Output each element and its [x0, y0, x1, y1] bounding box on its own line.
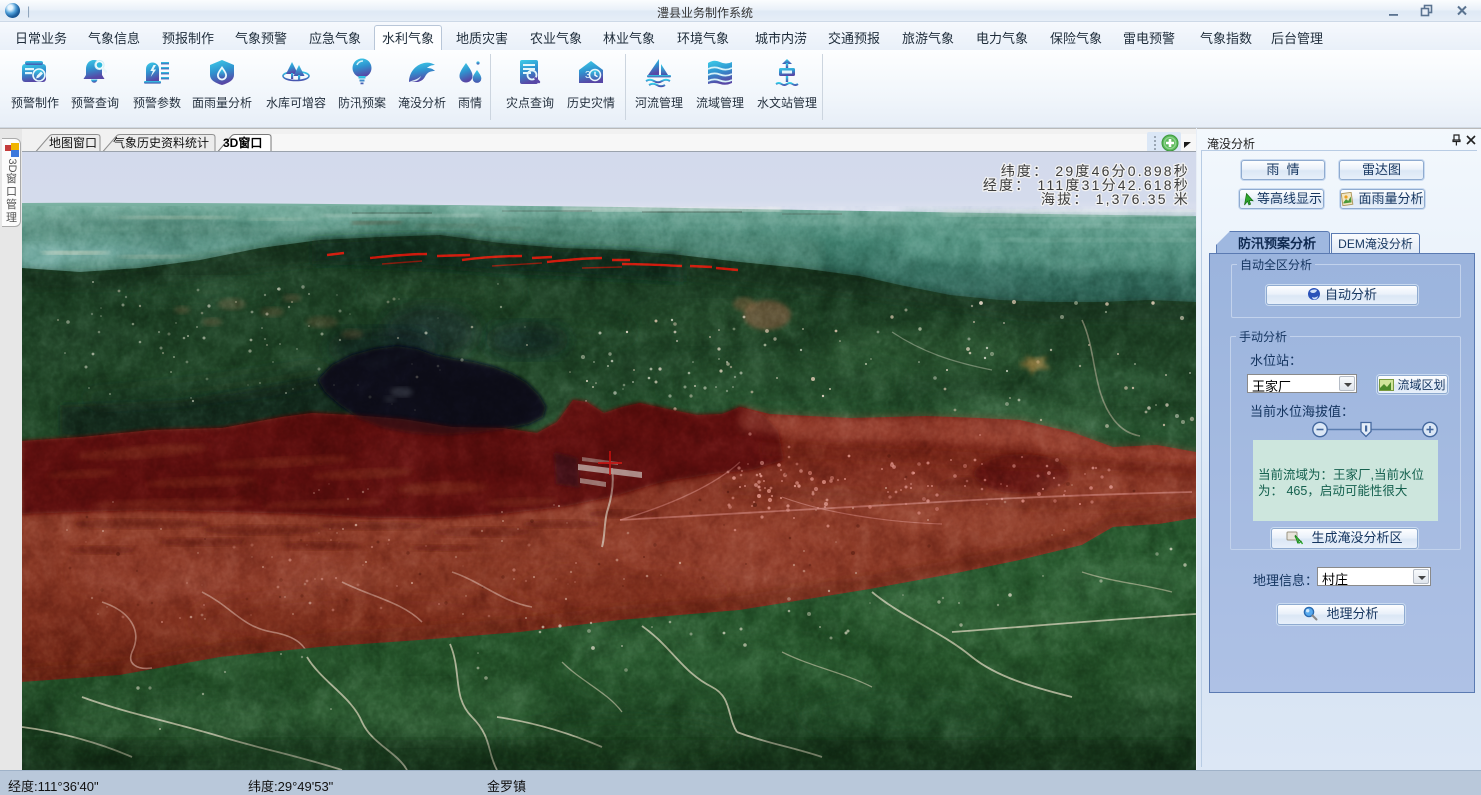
svg-text:3D窗口: 3D窗口 — [223, 135, 262, 150]
svg-text:气象历史资料统计: 气象历史资料统计 — [113, 135, 209, 150]
svg-text:地图窗口: 地图窗口 — [49, 136, 97, 150]
svg-text:海拔： 1,376.35 米: 海拔： 1,376.35 米 — [1041, 191, 1190, 207]
